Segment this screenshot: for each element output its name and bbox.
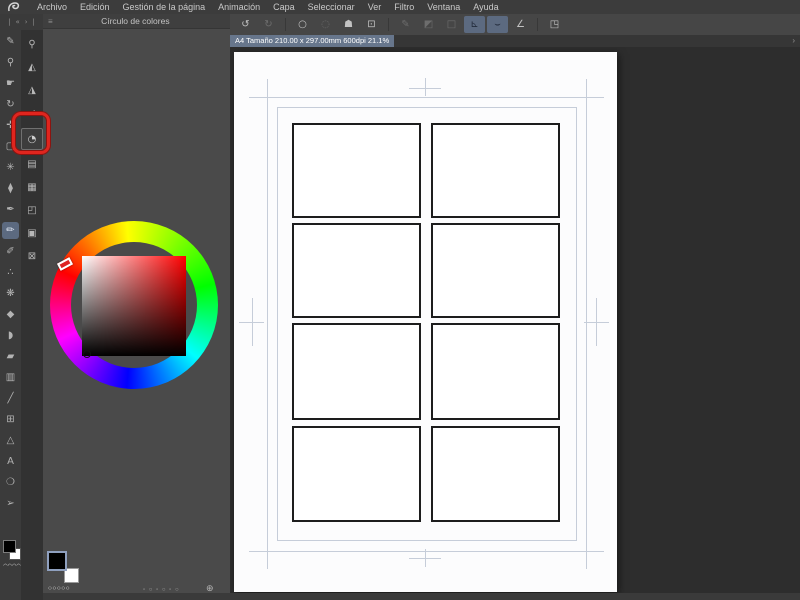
pen-2-tool[interactable]: ✒: [2, 201, 19, 218]
fill-button[interactable]: ☗: [338, 16, 359, 33]
auto-select-tool[interactable]: ✳: [2, 159, 19, 176]
saturation-value-cursor[interactable]: [83, 350, 91, 358]
menu-ayuda[interactable]: Ayuda: [473, 2, 498, 12]
menu-ver[interactable]: Ver: [368, 2, 382, 12]
snap-to-ruler-button[interactable]: ⊾: [464, 16, 485, 33]
snap-to-special-ruler-button[interactable]: ⌣: [487, 16, 508, 33]
trim-guide-left: [267, 79, 268, 569]
menu-animacion[interactable]: Animación: [218, 2, 260, 12]
blend-tool[interactable]: ◗: [2, 327, 19, 344]
comic-panel[interactable]: [431, 426, 560, 522]
pencil-tool[interactable]: ✏: [2, 222, 19, 239]
eraser-tool[interactable]: ◆: [2, 306, 19, 323]
divider: [537, 18, 538, 31]
palette-dock-controls: | « › |: [0, 14, 43, 30]
register-mark-right: [584, 322, 609, 323]
undo-button[interactable]: ↺: [235, 16, 256, 33]
eyedropper-tool[interactable]: ⧫: [2, 180, 19, 197]
collapse-palettes-icon[interactable]: «: [15, 18, 19, 26]
airbrush-tool[interactable]: ∴: [2, 264, 19, 281]
correct-line-button[interactable]: ✎: [395, 16, 416, 33]
dock-handle-2-icon[interactable]: |: [33, 18, 35, 26]
comic-panel[interactable]: [431, 223, 560, 318]
document-info-badge: A4 Tamaño 210.00 x 297.00mm 600dpi 21.1%: [230, 35, 394, 47]
layer-palette-icon[interactable]: ▤: [24, 156, 41, 173]
rotate-view-tool[interactable]: ↻: [2, 96, 19, 113]
storage-palette-icon[interactable]: ▦: [24, 179, 41, 196]
bucket-palette-icon[interactable]: ◰: [24, 202, 41, 219]
register-mark-top: [409, 88, 441, 89]
balloon-tool[interactable]: ❍: [2, 474, 19, 491]
rotate-canvas-button[interactable]: ◳: [544, 16, 565, 33]
hand-tool[interactable]: ☛: [2, 75, 19, 92]
comic-panel[interactable]: [431, 323, 560, 420]
foreground-color-swatch[interactable]: [49, 553, 65, 569]
foreground-color-swatch-small[interactable]: [3, 540, 16, 553]
register-mark-bottom: [409, 558, 441, 559]
decoration-tool[interactable]: ❋: [2, 285, 19, 302]
snap-to-grid-button[interactable]: ∠: [510, 16, 531, 33]
app-window: Archivo Edición Gestión de la página Animac…: [0, 0, 800, 600]
polygon-palette-icon[interactable]: ▣: [24, 225, 41, 242]
panel-title: Círculo de colores: [53, 16, 230, 26]
divider: [285, 18, 286, 31]
zoom-tool[interactable]: ⚲: [2, 54, 19, 71]
ruler-tool[interactable]: △: [2, 432, 19, 449]
comic-panel[interactable]: [292, 123, 421, 218]
dock-handle-icon[interactable]: |: [8, 18, 10, 26]
menu-capa[interactable]: Capa: [273, 2, 295, 12]
menu-filtro[interactable]: Filtro: [394, 2, 414, 12]
saturation-value-square[interactable]: [82, 256, 186, 356]
deselect-button[interactable]: ○: [292, 16, 313, 33]
menu-ventana[interactable]: Ventana: [427, 2, 460, 12]
crop-selection-button[interactable]: ⊡: [361, 16, 382, 33]
trim-guide-right: [586, 79, 587, 569]
menu-archivo[interactable]: Archivo: [37, 2, 67, 12]
figure-tool[interactable]: ╱: [2, 390, 19, 407]
gradient-tool[interactable]: ▥: [2, 369, 19, 386]
transparent-color-icon[interactable]: ○○○○○: [48, 585, 70, 592]
menu-seleccionar[interactable]: Seleccionar: [308, 2, 355, 12]
document-page[interactable]: [234, 52, 617, 592]
canvas-area[interactable]: [230, 47, 800, 593]
toolbar-overflow-icon[interactable]: ›: [792, 36, 795, 45]
close-palette-icon[interactable]: ⊠: [24, 248, 41, 265]
subview-palette-icon[interactable]: ⚲: [24, 36, 41, 53]
register-mark-top: [425, 78, 426, 96]
redo-button[interactable]: ↻: [258, 16, 279, 33]
trim-guide-top: [249, 97, 604, 98]
frame-toggle-button[interactable]: □: [441, 16, 462, 33]
expand-palettes-icon[interactable]: ›: [25, 18, 28, 26]
comic-panel[interactable]: [431, 123, 560, 218]
color-wheel-panel: ○○○○○ ▫ ○ ▫ ○ ▫ ○ ⊕: [43, 29, 230, 600]
color-switch-icon[interactable]: ◠◠◠◠: [2, 563, 22, 569]
flow-tool[interactable]: ➢: [2, 495, 19, 512]
menu-gestion-pagina[interactable]: Gestión de la página: [123, 2, 206, 12]
fill-tool[interactable]: ▰: [2, 348, 19, 365]
register-mark-left: [239, 322, 264, 323]
gradient-toggle-button[interactable]: ◩: [418, 16, 439, 33]
comic-panel[interactable]: [292, 323, 421, 420]
navigator-palette-icon[interactable]: ◭: [24, 59, 41, 76]
divider: [388, 18, 389, 31]
quick-access-palette-icon[interactable]: ◮: [24, 82, 41, 99]
document-info-row: A4 Tamaño 210.00 x 297.00mm 600dpi 21.1%…: [230, 35, 800, 47]
command-bar: ↺↻ ○◌☗⊡ ✎◩□⊾⌣∠ ◳: [230, 14, 800, 35]
frame-border-tool[interactable]: ⊞: [2, 411, 19, 428]
text-tool[interactable]: A: [2, 453, 19, 470]
background-color-swatch[interactable]: [64, 568, 79, 583]
comic-panel[interactable]: [292, 223, 421, 318]
brush-tool[interactable]: ✐: [2, 243, 19, 260]
color-panel-header[interactable]: ≡ Círculo de colores: [43, 14, 230, 29]
status-strip: [43, 593, 800, 600]
comic-panel[interactable]: [292, 426, 421, 522]
menubar: Archivo Edición Gestión de la página Animac…: [0, 0, 800, 14]
pen-tool[interactable]: ✎: [2, 33, 19, 50]
clip-studio-logo-icon: [7, 2, 20, 13]
tutorial-highlight-box: [12, 112, 50, 154]
trim-guide-bottom: [249, 551, 604, 552]
reselect-button[interactable]: ◌: [315, 16, 336, 33]
menu-edicion[interactable]: Edición: [80, 2, 110, 12]
